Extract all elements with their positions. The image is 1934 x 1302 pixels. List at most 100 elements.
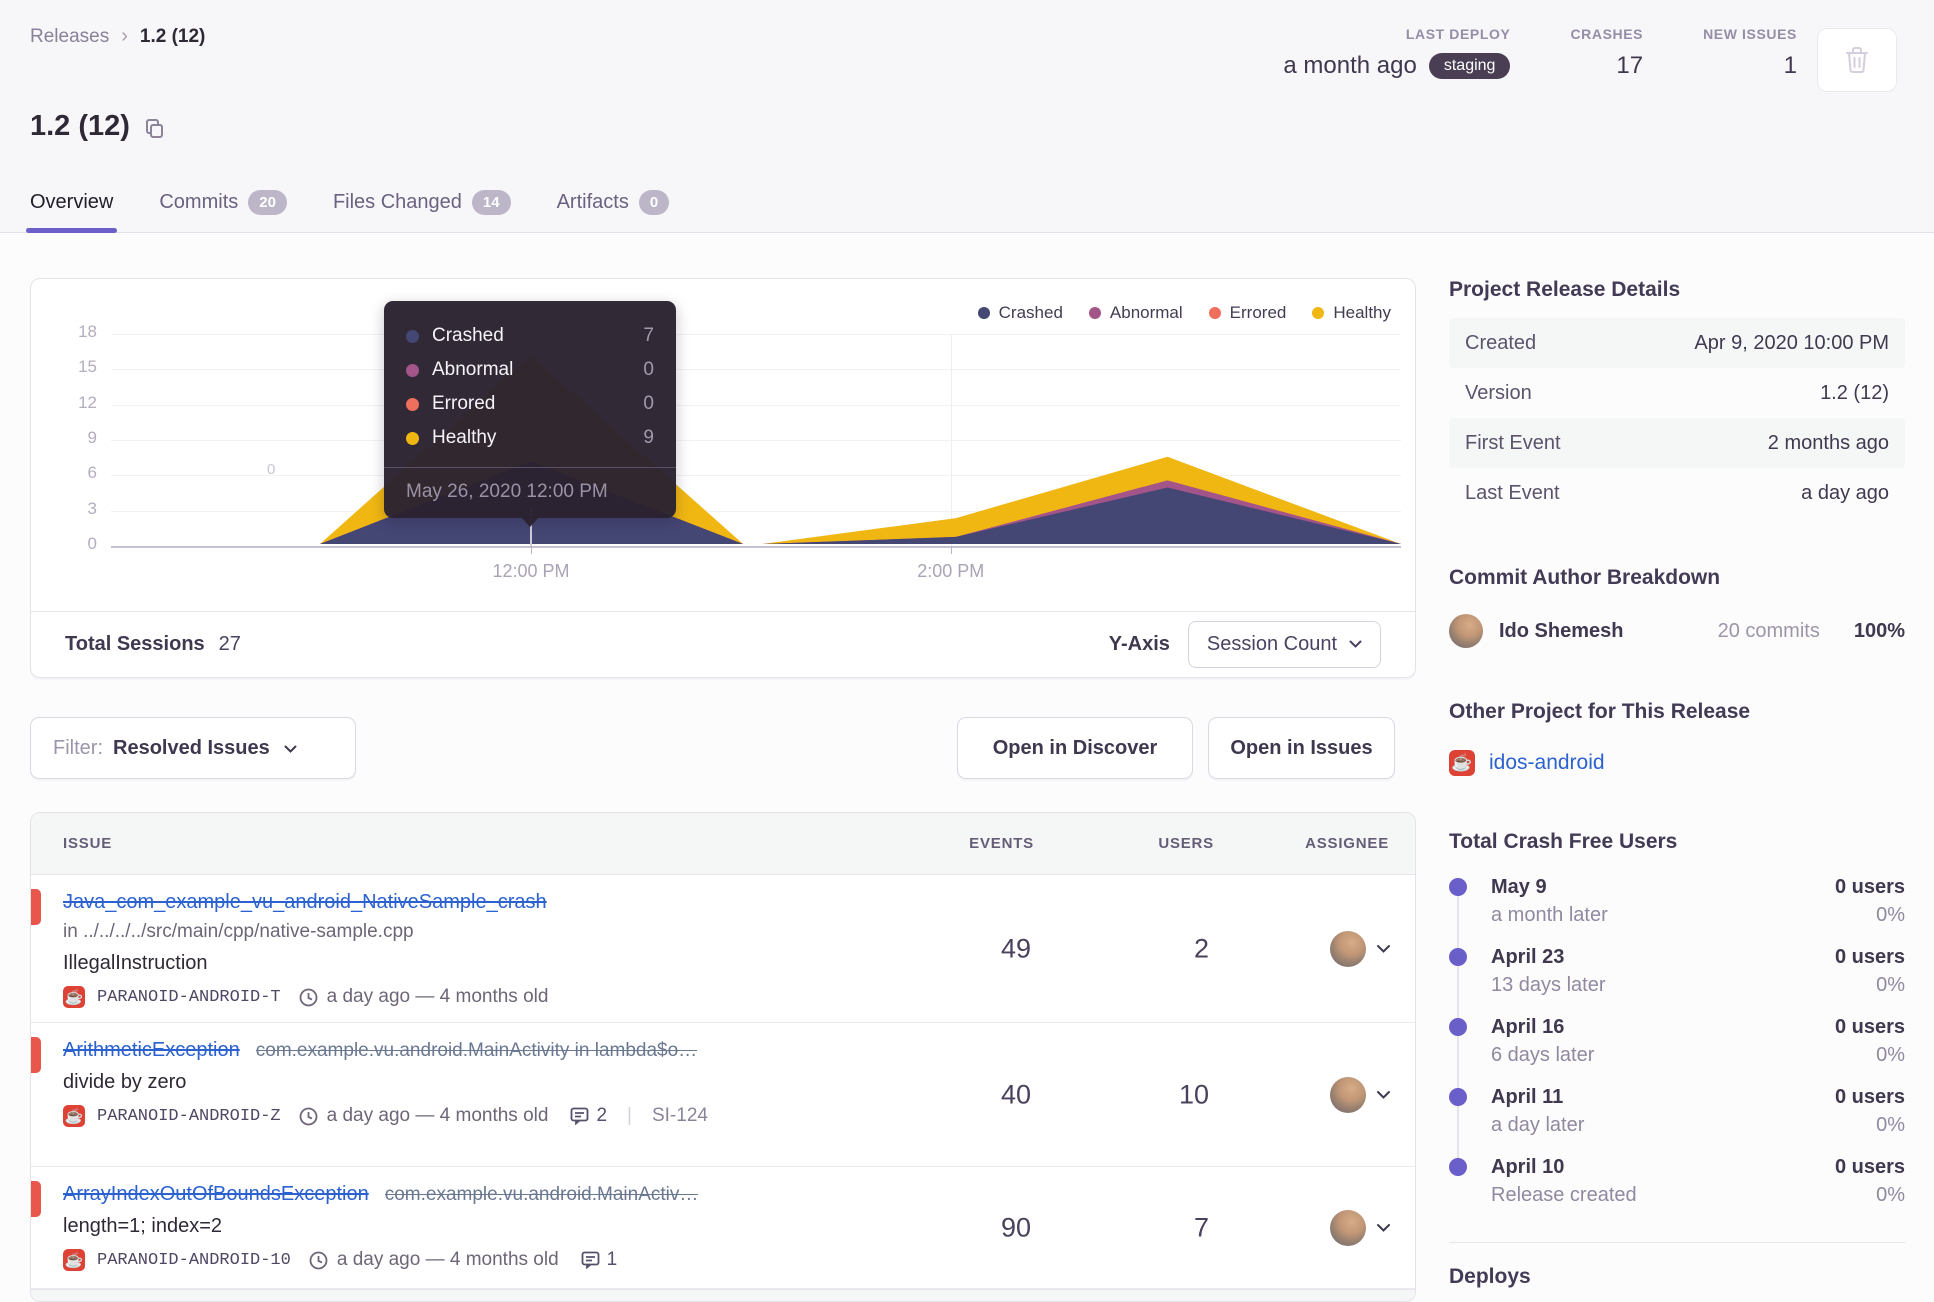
project-slug: PARANOID-ANDROID-Z [97,1106,281,1126]
issue-age: a day ago — 4 months old [309,1249,559,1271]
project-slug: PARANOID-ANDROID-10 [97,1250,291,1270]
tab-commits[interactable]: Commits 20 [159,190,287,233]
table-row: Java_com_example_vu_android_NativeSample… [31,875,1415,1023]
detail-row-first-event: First Event 2 months ago [1449,418,1905,468]
release-tabs: Overview Commits 20 Files Changed 14 Art… [25,190,670,233]
artifacts-count-badge: 0 [638,190,670,215]
other-project-link[interactable]: idos-android [1489,751,1605,775]
legend-dot-icon [1312,307,1325,319]
y-axis-label: Y-Axis [1108,633,1170,655]
issue-culprit: com.example.vu.android.MainActivity in l… [255,1040,698,1061]
chevron-down-icon [1376,944,1391,954]
issue-short-id: SI-124 [651,1105,708,1126]
last-deploy-value: a month ago [1283,52,1417,79]
java-project-icon: ☕ [63,1105,85,1127]
legend-item-healthy[interactable]: Healthy [1312,303,1391,323]
x-axis-tick [950,546,952,554]
timeline-dot-icon [1449,1088,1467,1106]
issue-title-link[interactable]: Java_com_example_vu_android_NativeSample… [63,891,547,914]
crashes-label: CRASHES [1570,26,1644,42]
chart-footer: Total Sessions 27 Y-Axis Session Count [31,611,1415,677]
comments-count: 2 [570,1105,607,1127]
clock-icon [299,1107,318,1126]
open-in-issues-button[interactable]: Open in Issues [1208,717,1395,779]
tooltip-dot-icon [406,363,419,377]
assignee-avatar [1330,1076,1366,1113]
author-avatar [1449,614,1483,648]
legend-dot-icon [977,307,990,319]
issue-message: IllegalInstruction [63,952,208,974]
tooltip-row-healthy: Healthy 9 [406,421,654,455]
timeline-dot-icon [1449,948,1467,966]
issue-title-link[interactable]: ArrayIndexOutOfBoundsException [63,1183,369,1206]
assignee-dropdown[interactable] [1330,1209,1391,1246]
list-item: April 16 0 users 6 days later 0% [1449,1016,1905,1072]
copy-version-button[interactable] [144,118,165,139]
assignee-avatar [1330,1209,1366,1246]
new-issues-label: NEW ISSUES [1703,26,1797,42]
table-header: ISSUE EVENTS USERS ASSIGNEE [31,813,1415,875]
y-axis-tick-label: 15 [78,357,97,377]
tab-overview[interactable]: Overview [25,190,118,233]
chart-data-label: 0 [267,461,276,478]
y-axis-select[interactable]: Session Count [1187,621,1381,668]
java-project-icon: ☕ [63,1249,85,1271]
meta-divider: | [627,1105,632,1126]
copy-icon [144,118,165,139]
tooltip-dot-icon [406,431,419,445]
tooltip-row-errored: Errored 0 [406,387,654,421]
tooltip-dot-icon [406,329,419,343]
open-in-discover-button[interactable]: Open in Discover [957,717,1193,779]
tooltip-date: May 26, 2020 12:00 PM [384,467,676,518]
y-axis-tick-label: 18 [78,321,97,341]
y-axis-tick-label: 3 [87,498,97,518]
assignee-dropdown[interactable] [1330,1076,1391,1113]
users-count: 10 [1178,1079,1209,1109]
issue-message: length=1; index=2 [63,1215,223,1237]
detail-row-last-event: Last Event a day ago [1465,481,1889,504]
tooltip-dot-icon [406,397,419,411]
legend-item-errored[interactable]: Errored [1208,303,1286,323]
y-axis-tick-label: 0 [87,534,97,553]
breadcrumb-current: 1.2 (12) [139,26,206,47]
table-row: ArrayIndexOutOfBoundsException com.examp… [31,1167,1415,1289]
events-count: 90 [1000,1212,1031,1242]
issue-title-link[interactable]: ArithmeticException [63,1039,240,1062]
environment-badge: staging [1428,53,1511,79]
delete-release-button[interactable] [1817,28,1897,92]
resolved-indicator-bar [31,1037,41,1073]
breadcrumb-releases-link[interactable]: Releases [30,26,109,48]
detail-row-created: Created Apr 9, 2020 10:00 PM [1449,318,1905,368]
users-count: 2 [1193,933,1209,963]
issues-filter-dropdown[interactable]: Filter: Resolved Issues [30,717,356,779]
list-item: April 23 0 users 13 days later 0% [1449,946,1905,1002]
tab-files-changed[interactable]: Files Changed 14 [333,190,511,233]
issue-message: divide by zero [63,1071,187,1093]
comment-icon [570,1107,589,1125]
timeline-dot-icon [1449,1158,1467,1176]
chevron-down-icon [1376,1223,1391,1233]
tooltip-row-abnormal: Abnormal 0 [406,353,654,387]
sessions-area-chart[interactable] [111,301,1401,546]
events-count: 49 [1000,933,1031,963]
legend-item-crashed[interactable]: Crashed [977,303,1063,323]
chevron-down-icon [1349,640,1362,649]
legend-dot-icon [1088,307,1101,319]
legend-item-abnormal[interactable]: Abnormal [1088,303,1183,323]
page-header: Releases › 1.2 (12) LAST DEPLOY a month … [0,0,1934,233]
stat-new-issues: NEW ISSUES 1 [1703,26,1797,80]
total-sessions-label: Total Sessions [65,633,205,655]
tab-artifacts[interactable]: Artifacts 0 [557,190,670,233]
y-axis-tick-label: 9 [87,427,97,447]
issue-age: a day ago — 4 months old [299,1105,548,1127]
comments-count: 1 [581,1249,617,1271]
x-axis-tick-label: 2:00 PM [917,561,985,581]
column-users: USERS [1158,835,1214,852]
issue-culprit: in ../../../../src/main/cpp/native-sampl… [63,921,414,942]
assignee-dropdown[interactable] [1330,930,1391,967]
page-title: 1.2 (12) [30,110,165,143]
commits-count-badge: 20 [248,190,287,215]
assignee-avatar [1330,930,1366,967]
x-axis-tick [531,546,533,554]
crashes-value: 17 [1616,52,1644,79]
